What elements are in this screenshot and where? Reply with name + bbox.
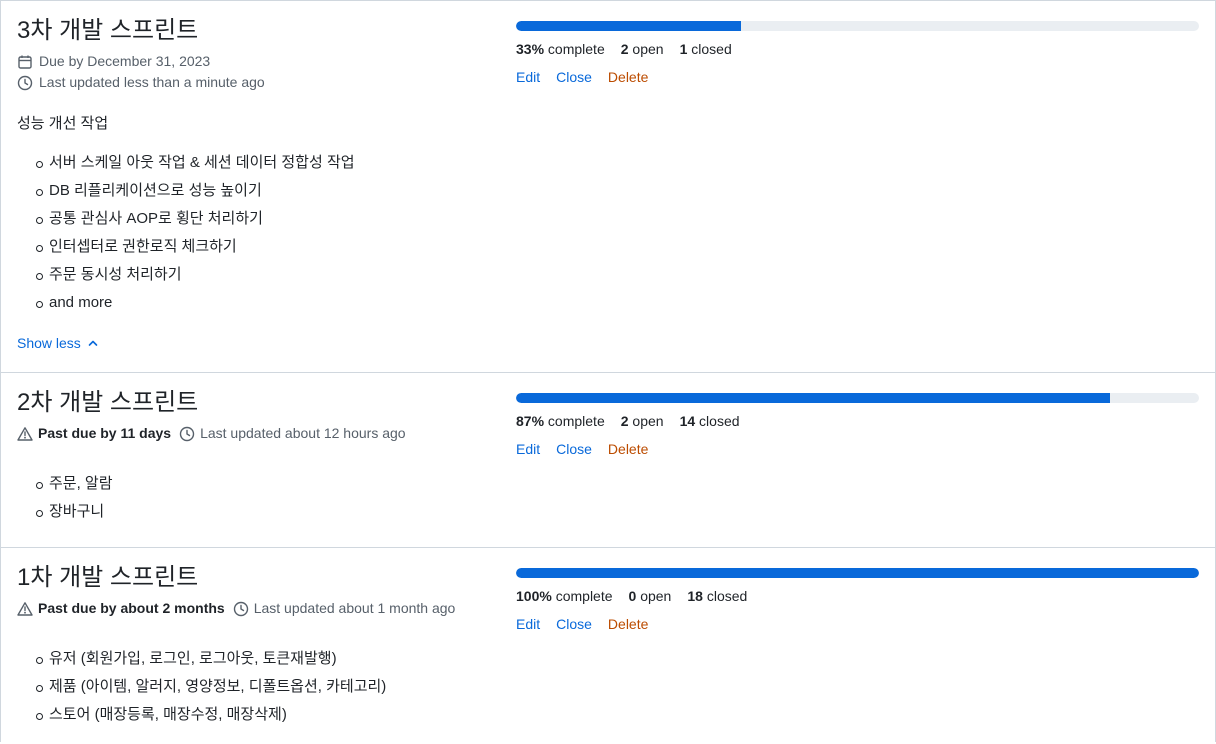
description-heading: 성능 개선 작업 — [17, 115, 109, 132]
milestone-list: 3차 개발 스프린트 Due by December 31, 2023 Last… — [0, 0, 1216, 742]
list-item: 제품 (아이템, 알러지, 영양정보, 디폴트옵션, 카테고리) — [35, 673, 497, 701]
progress-fill — [516, 393, 1111, 403]
milestone-info: 1차 개발 스프린트 Past due by about 2 months La… — [17, 562, 497, 729]
milestone-item: 3차 개발 스프린트 Due by December 31, 2023 Last… — [1, 1, 1215, 373]
delete-link[interactable]: Delete — [608, 67, 648, 87]
description-list: 서버 스케일 아웃 작업 & 세션 데이터 정합성 작업 DB 리플리케이션으로… — [17, 149, 497, 317]
open-stat[interactable]: 2 open — [621, 39, 664, 59]
last-updated-text: Last updated less than a minute ago — [39, 74, 265, 90]
alert-icon — [17, 601, 33, 616]
calendar-icon — [18, 55, 32, 69]
progress-bar — [516, 393, 1199, 403]
list-item: 장바구니 — [35, 498, 497, 526]
show-less-label: Show less — [17, 335, 81, 351]
list-item: 서버 스케일 아웃 작업 & 세션 데이터 정합성 작업 — [35, 149, 497, 177]
alert-icon — [17, 426, 33, 441]
list-item: DB 리플리케이션으로 성능 높이기 — [35, 177, 497, 205]
edit-link[interactable]: Edit — [516, 614, 540, 634]
complete-stat: 100% complete — [516, 588, 613, 604]
open-stat[interactable]: 2 open — [621, 411, 664, 431]
milestone-progress: 33% complete 2 open 1 closed Edit Close … — [516, 21, 1199, 87]
past-due: Past due by 11 days — [17, 423, 171, 444]
list-item: 유저 (회원가입, 로그인, 로그아웃, 토큰재발행) — [35, 645, 497, 673]
milestone-title[interactable]: 2차 개발 스프린트 — [17, 387, 497, 419]
list-item: 인터셉터로 권한로직 체크하기 — [35, 233, 497, 261]
milestone-item: 2차 개발 스프린트 Past due by 11 days Last upda… — [1, 373, 1215, 548]
list-item: 주문 동시성 처리하기 — [35, 261, 497, 289]
progress-fill — [516, 568, 1199, 578]
description-list: 주문, 알람 장바구니 — [17, 470, 497, 526]
milestone-description: 성능 개선 작업 서버 스케일 아웃 작업 & 세션 데이터 정합성 작업 DB… — [17, 113, 497, 317]
clock-icon — [17, 75, 33, 90]
milestone-info: 3차 개발 스프린트 Due by December 31, 2023 Last… — [17, 15, 497, 353]
milestone-description: 주문, 알람 장바구니 — [17, 470, 497, 526]
milestone-actions: Edit Close Delete — [516, 67, 1199, 87]
last-updated: Last updated less than a minute ago — [17, 72, 497, 93]
progress-stats: 87% complete 2 open 14 closed — [516, 411, 1199, 431]
closed-stat[interactable]: 1 closed — [680, 39, 732, 59]
description-list: 유저 (회원가입, 로그인, 로그아웃, 토큰재발행) 제품 (아이템, 알러지… — [17, 645, 497, 729]
complete-stat: 87% complete — [516, 413, 605, 429]
delete-link[interactable]: Delete — [608, 614, 648, 634]
milestone-actions: Edit Close Delete — [516, 614, 1199, 634]
closed-stat[interactable]: 14 closed — [680, 411, 740, 431]
show-less-toggle[interactable]: Show less — [17, 335, 99, 351]
progress-stats: 100% complete 0 open 18 closed — [516, 586, 1199, 606]
open-stat[interactable]: 0 open — [629, 586, 672, 606]
last-updated-text: Last updated about 12 hours ago — [200, 425, 406, 441]
complete-stat: 33% complete — [516, 41, 605, 57]
progress-bar — [516, 568, 1199, 578]
list-item: 공통 관심사 AOP로 횡단 처리하기 — [35, 205, 497, 233]
edit-link[interactable]: Edit — [516, 439, 540, 459]
past-due: Past due by about 2 months — [17, 598, 225, 619]
due-date: Due by December 31, 2023 — [17, 51, 497, 72]
milestone-progress: 100% complete 0 open 18 closed Edit Clos… — [516, 568, 1199, 634]
milestone-info: 2차 개발 스프린트 Past due by 11 days Last upda… — [17, 387, 497, 526]
milestone-meta: Past due by 11 days Last updated about 1… — [17, 423, 497, 444]
close-link[interactable]: Close — [556, 67, 592, 87]
clock-icon — [233, 601, 248, 616]
last-updated: Last updated about 12 hours ago — [179, 423, 406, 444]
past-due-text: Past due by about 2 months — [38, 600, 225, 616]
progress-stats: 33% complete 2 open 1 closed — [516, 39, 1199, 59]
milestone-title[interactable]: 3차 개발 스프린트 — [17, 15, 497, 47]
close-link[interactable]: Close — [556, 439, 592, 459]
list-item: and more — [35, 289, 497, 317]
milestone-item: 1차 개발 스프린트 Past due by about 2 months La… — [1, 548, 1215, 744]
delete-link[interactable]: Delete — [608, 439, 648, 459]
milestone-title[interactable]: 1차 개발 스프린트 — [17, 562, 497, 594]
last-updated-text: Last updated about 1 month ago — [253, 600, 456, 616]
due-date-text: Due by December 31, 2023 — [39, 53, 211, 69]
chevron-up-icon — [88, 340, 98, 346]
list-item: 주문, 알람 — [35, 470, 497, 498]
last-updated: Last updated about 1 month ago — [233, 598, 456, 619]
close-link[interactable]: Close — [556, 614, 592, 634]
past-due-text: Past due by 11 days — [38, 425, 172, 441]
milestone-meta: Past due by about 2 months Last updated … — [17, 598, 497, 619]
clock-icon — [179, 426, 195, 441]
progress-fill — [516, 21, 742, 31]
milestone-description: 유저 (회원가입, 로그인, 로그아웃, 토큰재발행) 제품 (아이템, 알러지… — [17, 645, 497, 729]
progress-bar — [516, 21, 1199, 31]
edit-link[interactable]: Edit — [516, 67, 540, 87]
list-item: 스토어 (매장등록, 매장수정, 매장삭제) — [35, 701, 497, 729]
closed-stat[interactable]: 18 closed — [687, 586, 747, 606]
milestone-actions: Edit Close Delete — [516, 439, 1199, 459]
milestone-progress: 87% complete 2 open 14 closed Edit Close… — [516, 393, 1199, 459]
